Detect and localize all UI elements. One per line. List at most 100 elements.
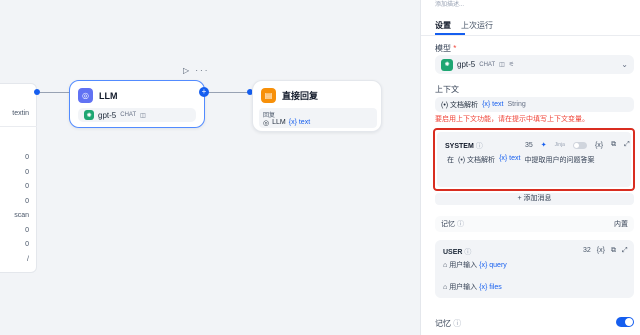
user-line-source: 用户输入 [449,262,478,269]
jinja-toggle[interactable] [572,141,587,149]
context-type: String [507,101,526,108]
model-selector[interactable]: ✺ gpt-5 CHAT ◫ ⚟ ⌄ [435,55,634,74]
openai-icon: ✺ [84,110,94,120]
openai-icon: ✺ [441,58,453,71]
user-toolbar: 32 {x} ⧉ ⤢ [583,247,628,255]
llm-node-header: ◎ LLM [78,88,118,103]
upstream-cell: 0 [25,241,29,248]
model-chip[interactable]: ✺ gpt-5 CHAT ◫ [78,108,196,122]
llm-small-icon: ◎ [263,120,270,127]
answer-source: LLM [272,119,286,126]
workflow-canvas[interactable]: textin 0 0 0 0 scan 0 0 / ▷ ··· ◎ LLM ✺ … [0,0,420,335]
edge [40,92,70,93]
context-warning: 要启用上下文功能，请在提示中填写上下文变量。 [435,116,589,123]
insert-variable-button[interactable]: {x} [595,142,603,149]
prompt-var: {x} text [499,155,521,162]
user-line-query: ⌂ 用户输入 {x} query [443,260,507,270]
add-node-icon[interactable]: + [199,87,209,97]
info-icon: ⓘ [453,319,462,328]
home-icon: ⌂ [443,262,448,269]
expand-icon[interactable]: ⤢ [622,247,628,255]
node-toolbar[interactable]: ▷ ··· [183,66,209,75]
llm-node-title: LLM [99,90,118,101]
answer-node-title: 直接回复 [282,91,319,101]
vision-icon: ◫ [140,112,146,119]
memory-toggle-text: 记忆 [435,319,451,328]
llm-node[interactable]: ◎ LLM ✺ gpt-5 CHAT ◫ + [69,80,209,128]
token-count: 35 [525,141,533,149]
params-icon[interactable]: ⚟ [509,61,514,68]
add-message-button[interactable]: + 添加消息 [435,193,634,205]
info-icon: ⓘ [464,249,472,256]
user-role-label: USER ⓘ [443,247,471,257]
settings-panel: 添加描述... 设置 上次运行 模型 * ✺ gpt-5 CHAT ◫ ⚟ ⌄ … [420,0,640,335]
tab-settings[interactable]: 设置 [435,20,451,31]
answer-node[interactable]: ▤ 直接回复 回复 ◎ LLM {x} text [252,80,382,132]
answer-icon: ▤ [261,88,276,103]
answer-field: 回复 ◎ LLM {x} text [259,108,377,128]
required-mark: * [453,44,457,53]
description-placeholder[interactable]: 添加描述... [435,0,464,8]
context-field[interactable]: (•) 文档解析 {x} text String [435,97,634,112]
answer-node-header: ▤ 直接回复 [261,88,318,103]
copy-icon[interactable]: ⧉ [611,141,616,149]
upstream-cell: scan [14,212,29,219]
model-name: gpt-5 [98,110,117,120]
answer-field-label: 回复 [263,113,276,119]
system-prompt-highlight: SYSTEM ⓘ 35 ✦ Jinja {x} ⧉ ⤢ 在 (•) 文档解析 {… [433,128,635,191]
panel-tabs: 设置 上次运行 [435,20,493,31]
copy-icon[interactable]: ⧉ [611,247,616,255]
upstream-cell: 0 [25,169,29,176]
upstream-node[interactable]: textin 0 0 0 0 scan 0 0 / [0,83,37,273]
model-tag: CHAT [120,112,137,118]
upstream-cell: 0 [25,183,29,190]
system-prompt-editor[interactable]: SYSTEM ⓘ 35 ✦ Jinja {x} ⧉ ⤢ 在 (•) 文档解析 {… [437,132,631,187]
system-toolbar: 35 ✦ Jinja {x} ⧉ ⤢ [525,141,630,149]
context-var: {x} text [482,101,504,108]
upstream-cell: / [27,256,29,263]
user-prompt-editor[interactable]: USER ⓘ 32 {x} ⧉ ⤢ ⌂ 用户输入 {x} query ⌂ 用户输… [435,240,634,298]
token-count: 32 [583,247,591,254]
answer-field-value: ◎ LLM {x} text [263,119,373,127]
model-name: gpt-5 [457,60,476,69]
user-line-files: ⌂ 用户输入 {x} files [443,282,502,292]
memory-label: 记忆 ⓘ [441,219,464,229]
model-label: 模型 * [435,43,456,54]
llm-icon: ◎ [78,88,93,103]
model-tag: CHAT [479,61,496,68]
tab-last-run[interactable]: 上次运行 [461,20,493,31]
insert-variable-button[interactable]: {x} [597,247,605,255]
upstream-cell: 0 [25,154,29,161]
context-source: (•) 文档解析 [441,101,479,109]
expand-icon[interactable]: ⤢ [624,141,630,149]
sparkle-icon[interactable]: ✦ [541,141,547,149]
info-icon: ⓘ [456,221,464,228]
info-icon: ⓘ [475,143,483,150]
model-label-text: 模型 [435,44,451,53]
upstream-cell: 0 [25,198,29,205]
user-line-var: {x} files [479,284,502,291]
memory-builtin: 内置 [614,221,628,228]
home-icon: ⌂ [443,284,448,291]
answer-var: {x} text [288,119,311,126]
chevron-down-icon[interactable]: ⌄ [621,60,628,69]
cell-divider [0,126,37,127]
prompt-prefix: 在 [447,157,454,164]
vision-icon: ◫ [499,62,505,68]
context-label: 上下文 [435,85,459,94]
user-role: USER [443,249,463,256]
user-line-var: {x} query [479,262,507,269]
prompt-suffix: 中提取用户的问题答案 [524,157,595,164]
memory-row: 记忆 ⓘ 内置 [435,216,634,232]
memory-toggle-label: 记忆 ⓘ [435,318,461,329]
system-prompt-text[interactable]: 在 (•) 文档解析 {x} text 中提取用户的问题答案 [447,155,594,165]
system-role-label: SYSTEM ⓘ [445,141,483,151]
jinja-label: Jinja [554,142,565,148]
user-line-source: 用户输入 [449,284,478,291]
upstream-cell: textin [12,110,29,117]
tab-divider [421,35,640,36]
prompt-source: (•) 文档解析 [458,157,496,164]
memory-label-text: 记忆 [441,221,455,228]
system-role: SYSTEM [445,143,474,150]
memory-toggle[interactable] [616,317,634,327]
